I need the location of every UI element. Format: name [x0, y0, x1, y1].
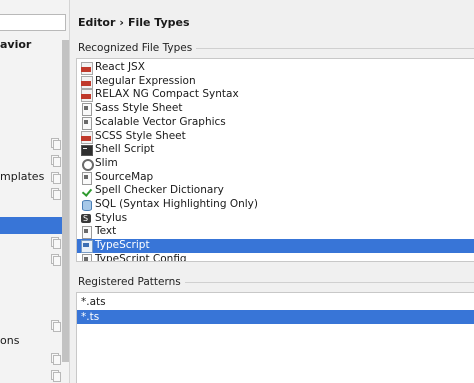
page-icon — [81, 103, 92, 117]
recognized-file-types-list[interactable]: React JSX Regular Expression RELAX NG Comp… — [76, 58, 474, 262]
project-scope-icon — [50, 237, 61, 249]
file-type-name: SourceMap — [95, 170, 154, 183]
registered-patterns-label: Registered Patterns — [78, 276, 185, 288]
file-type-name: Text — [95, 225, 117, 238]
pattern-row[interactable]: *.ts — [77, 310, 474, 324]
file-type-name: Spell Checker Dictionary — [95, 184, 224, 197]
page-icon — [81, 253, 92, 261]
file-type-name: SQL (Syntax Highlighting Only) — [95, 198, 258, 210]
file-type-row[interactable]: Stylus — [77, 212, 474, 226]
file-type-name: Scalable Vector Graphics — [95, 115, 226, 128]
project-scope-icon — [50, 370, 61, 382]
file-type-name: Sass Style Sheet — [95, 102, 183, 115]
project-scope-icon — [50, 320, 61, 332]
settings-search-input[interactable] — [0, 14, 66, 31]
file-type-row[interactable]: Regular Expression — [77, 75, 474, 89]
project-scope-icon — [50, 172, 61, 184]
database-icon — [81, 199, 92, 211]
file-type-name: SCSS Style Sheet — [95, 129, 186, 142]
breadcrumb-separator: › — [119, 16, 124, 29]
gear-icon — [81, 158, 94, 171]
file-type-name: Stylus — [95, 211, 128, 224]
file-type-row[interactable]: Scalable Vector Graphics — [77, 116, 474, 130]
tag-icon — [81, 62, 93, 75]
shell-icon — [81, 144, 93, 157]
file-type-row[interactable]: TypeScript Config — [77, 252, 474, 262]
page-icon — [81, 171, 92, 185]
file-type-name: RELAX NG Compact Syntax — [95, 88, 239, 101]
breadcrumb-parent[interactable]: Editor — [78, 16, 115, 29]
file-type-row[interactable]: React JSX — [77, 61, 474, 75]
check-icon — [81, 185, 91, 196]
project-scope-icon — [50, 188, 61, 200]
file-type-name: Regular Expression — [95, 74, 196, 87]
sidebar-item-file-types-selected[interactable] — [0, 217, 69, 234]
sidebar-item-label[interactable]: ons — [0, 334, 19, 347]
sidebar-item-label[interactable]: mplates — [0, 170, 44, 183]
project-scope-icon — [50, 353, 61, 365]
file-type-row[interactable]: Shell Script — [77, 143, 474, 157]
file-type-row[interactable]: RELAX NG Compact Syntax — [77, 88, 474, 103]
file-type-row[interactable]: Sass Style Sheet — [77, 102, 474, 117]
file-type-row[interactable]: Spell Checker Dictionary — [77, 184, 474, 198]
file-type-name: Shell Script — [95, 143, 155, 156]
settings-sidebar: avior mplates ons — [0, 0, 70, 383]
file-type-row[interactable]: TypeScript — [77, 239, 474, 254]
tag-icon — [81, 89, 93, 103]
sidebar-scrollbar[interactable] — [62, 40, 69, 362]
project-scope-icon — [50, 254, 61, 266]
sidebar-item-label[interactable]: avior — [0, 38, 31, 51]
project-scope-icon — [50, 138, 61, 150]
breadcrumb-current: File Types — [127, 16, 190, 29]
project-scope-icon — [50, 155, 61, 167]
page-icon — [81, 116, 92, 130]
pattern-row[interactable]: *.ats — [77, 295, 474, 309]
file-type-row[interactable]: SourceMap — [77, 171, 474, 185]
breadcrumb: Editor › File Types — [78, 16, 190, 29]
registered-patterns-list[interactable]: *.ats *.ts — [76, 292, 474, 383]
page-icon — [81, 226, 92, 240]
typescript-icon — [81, 240, 93, 254]
tag-icon — [81, 130, 93, 144]
file-type-name: TypeScript Config — [95, 252, 187, 262]
file-type-name: Slim — [95, 156, 118, 169]
file-type-row[interactable]: Slim — [77, 157, 474, 171]
file-type-row[interactable]: SCSS Style Sheet — [77, 130, 474, 144]
tag-icon — [81, 75, 93, 89]
file-type-row[interactable]: SQL (Syntax Highlighting Only) — [77, 198, 474, 212]
file-type-row[interactable]: Text — [77, 225, 474, 240]
recognized-file-types-label: Recognized File Types — [78, 42, 197, 54]
file-type-name: TypeScript — [95, 239, 150, 252]
file-type-name: React JSX — [95, 61, 145, 73]
stylus-icon — [81, 213, 91, 224]
